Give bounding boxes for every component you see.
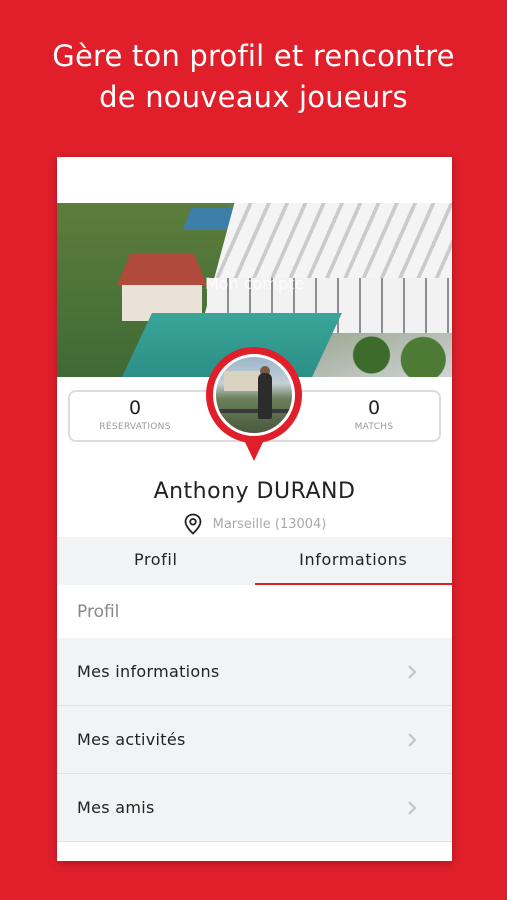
reservations-stat[interactable]: 0 RÉSERVATIONS xyxy=(70,396,200,432)
headline-line-1: Gère ton profil et rencontre xyxy=(52,39,455,73)
matchs-count: 0 xyxy=(367,397,381,419)
menu-item-mes-informations[interactable]: Mes informations xyxy=(57,638,452,706)
menu-item-mes-activites[interactable]: Mes activités xyxy=(57,706,452,774)
user-location: Marseille (13004) xyxy=(57,513,452,535)
promo-headline: Gère ton profil et rencontre de nouveaux… xyxy=(0,36,507,118)
section-title: Profil xyxy=(57,586,452,638)
reservations-count: 0 xyxy=(128,397,142,419)
profile-menu: Mes informations Mes activités Mes amis xyxy=(57,638,452,842)
matchs-stat[interactable]: 0 MATCHS xyxy=(309,396,439,432)
reservations-label: RÉSERVATIONS xyxy=(99,422,171,432)
chevron-right-icon xyxy=(408,665,417,679)
location-pin-icon xyxy=(183,513,203,535)
tab-profil[interactable]: Profil xyxy=(57,537,255,585)
profile-tabs: Profil Informations xyxy=(57,537,452,585)
menu-item-label: Mes activités xyxy=(77,730,186,749)
avatar-photo xyxy=(213,354,295,436)
chevron-right-icon xyxy=(408,733,417,747)
phone-screen: Mon compte 0 RÉSERVATIONS 0 MATCHS Antho… xyxy=(57,157,452,861)
menu-item-mes-amis[interactable]: Mes amis xyxy=(57,774,452,842)
user-name: Anthony DURAND xyxy=(153,479,356,504)
page-title: Mon compte xyxy=(204,274,305,293)
chevron-right-icon xyxy=(408,801,417,815)
tab-informations[interactable]: Informations xyxy=(254,537,453,585)
matchs-label: MATCHS xyxy=(354,422,394,432)
menu-item-label: Mes amis xyxy=(77,798,155,817)
avatar[interactable] xyxy=(206,347,302,463)
headline-line-2: de nouveaux joueurs xyxy=(99,80,408,114)
menu-item-label: Mes informations xyxy=(77,662,220,681)
location-text: Marseille (13004) xyxy=(212,516,327,532)
